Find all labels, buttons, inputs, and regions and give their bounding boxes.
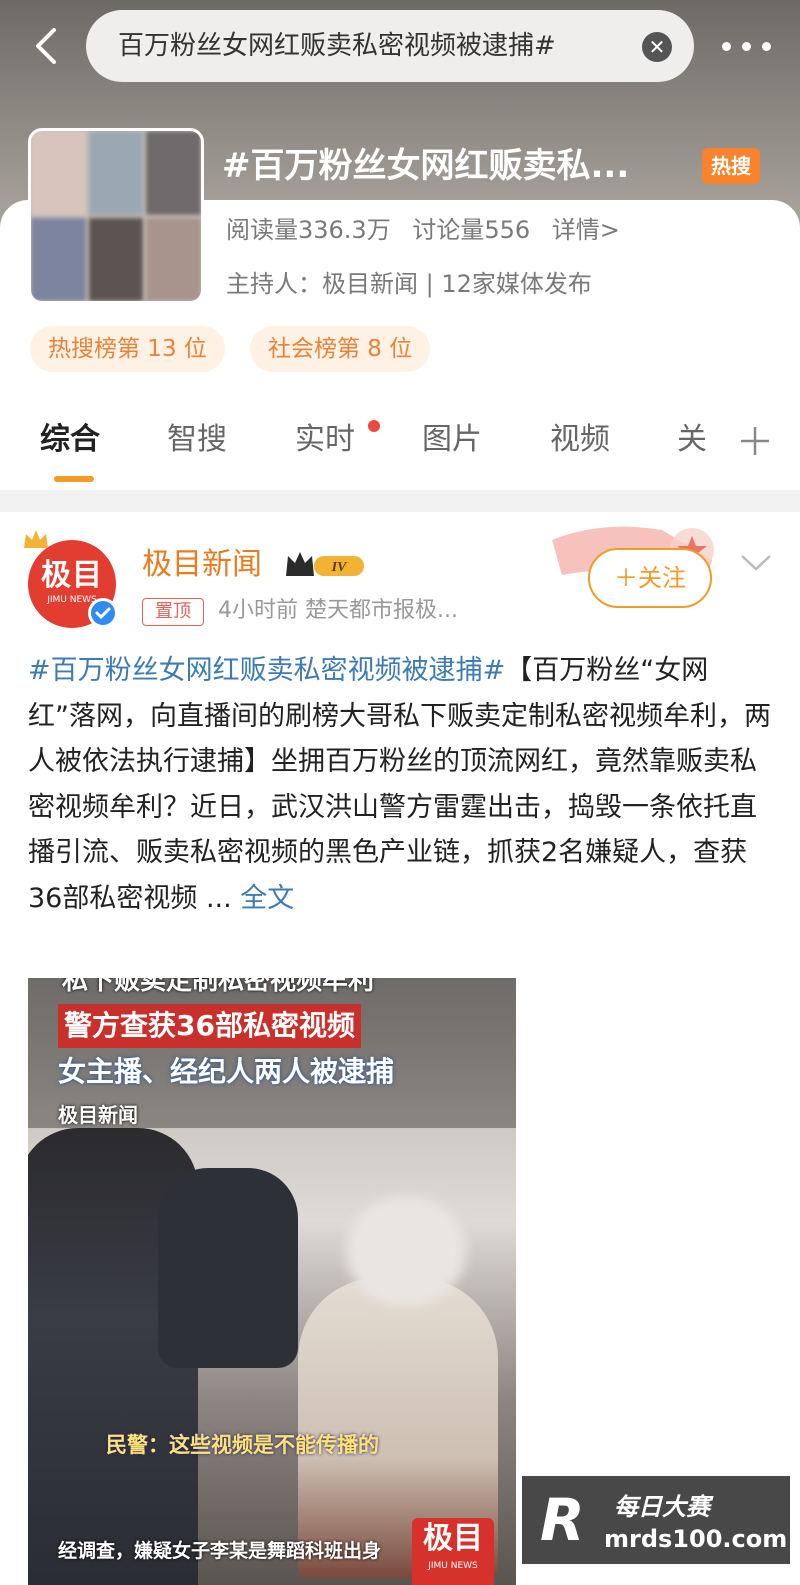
topic-thumbnail[interactable] xyxy=(28,128,204,304)
society-rank-tag[interactable]: 社会榜第 8 位 xyxy=(250,326,431,372)
tab-related[interactable]: 关 xyxy=(677,418,707,462)
discussion-count: 讨论量556 xyxy=(412,216,531,244)
hot-search-rank-tag[interactable]: 热搜榜第 13 位 xyxy=(30,326,225,372)
topic-stats: 阅读量336.3万 讨论量556 详情> xyxy=(226,212,634,248)
more-options-icon[interactable] xyxy=(722,42,772,52)
read-count: 阅读量336.3万 xyxy=(226,216,391,244)
media-figure-officer-2 xyxy=(158,1168,298,1368)
post-text: #百万粉丝女网红贩卖私密视频被逮捕#【百万粉丝“女网红”落网，向直播间的刷榜大哥… xyxy=(28,648,772,922)
site-watermark: R 每日大赛 mrds100.com xyxy=(520,1474,792,1566)
avatar-logo-text: 极目 xyxy=(41,558,103,593)
result-tabs: 综合 智搜 实时 图片 视频 关 xyxy=(0,412,800,486)
tab-comprehensive[interactable]: 综合 xyxy=(40,418,100,462)
watermark-url: mrds100.com xyxy=(604,1525,788,1553)
tab-videos[interactable]: 视频 xyxy=(550,418,610,462)
topic-title: #百万粉丝女网红贩卖私... xyxy=(222,146,630,186)
active-tab-indicator xyxy=(54,476,94,482)
chevron-down-icon[interactable] xyxy=(738,552,774,574)
details-link[interactable]: 详情> xyxy=(552,216,620,244)
tab-realtime[interactable]: 实时 xyxy=(295,418,355,462)
media-corner-logo: 极目 JIMU NEWS xyxy=(412,1518,494,1585)
pinned-badge: 置顶 xyxy=(142,598,204,626)
clear-search-icon[interactable]: ✕ xyxy=(642,32,672,62)
expand-full-text-link[interactable]: 全文 xyxy=(240,883,294,914)
post-meta: 4小时前 楚天都市报极... xyxy=(218,598,458,623)
section-divider xyxy=(0,490,800,512)
new-content-dot xyxy=(368,420,380,432)
author-name[interactable]: 极目新闻 xyxy=(142,544,262,586)
follow-button[interactable]: ＋关注 xyxy=(588,548,712,608)
media-blur-mask xyxy=(346,1196,466,1306)
media-caption-top: 私下贩卖定制私密视频牟利 xyxy=(62,978,375,996)
add-tab-icon[interactable] xyxy=(738,424,772,458)
post-video-thumbnail[interactable]: 私下贩卖定制私密视频牟利 警方查获36部私密视频 女主播、经纪人两人被逮捕 极目… xyxy=(28,978,516,1585)
tab-images[interactable]: 图片 xyxy=(422,418,482,462)
watermark-logo-mark: R xyxy=(540,1486,585,1554)
verified-icon xyxy=(88,598,118,628)
topic-host-line: 主持人：极目新闻 | 12家媒体发布 xyxy=(226,270,592,298)
crown-icon xyxy=(24,530,48,548)
corner-logo-text: 极目 xyxy=(423,1521,483,1556)
post-body-text: 【百万粉丝“女网红”落网，向直播间的刷榜大哥私下贩卖定制私密视频牟利，两人被依法… xyxy=(28,655,771,914)
media-caption-blue: 女主播、经纪人两人被逮捕 xyxy=(58,1055,395,1088)
media-logo-text: 极目新闻 xyxy=(58,1103,138,1127)
hot-search-badge: 热搜 xyxy=(702,148,760,184)
level-badge-icon: IV xyxy=(286,552,364,576)
level-text: IV xyxy=(331,560,348,575)
tab-smart-search[interactable]: 智搜 xyxy=(167,418,227,462)
media-subtitle-quote: 民警：这些视频是不能传播的 xyxy=(106,1433,379,1457)
watermark-title: 每日大赛 xyxy=(614,1493,710,1521)
media-caption-red: 警方查获36部私密视频 xyxy=(58,1004,361,1048)
media-subtitle-bottom: 经调查，嫌疑女子李某是舞蹈科班出身 xyxy=(58,1540,382,1562)
corner-logo-subtext: JIMU NEWS xyxy=(428,1561,478,1571)
post-hashtag[interactable]: #百万粉丝女网红贩卖私密视频被逮捕# xyxy=(28,655,505,686)
search-query-text[interactable]: 百万粉丝女网红贩卖私密视频被逮捕# xyxy=(118,28,638,64)
search-bar[interactable]: 百万粉丝女网红贩卖私密视频被逮捕# ✕ xyxy=(86,10,694,82)
back-arrow-icon[interactable] xyxy=(26,24,70,68)
